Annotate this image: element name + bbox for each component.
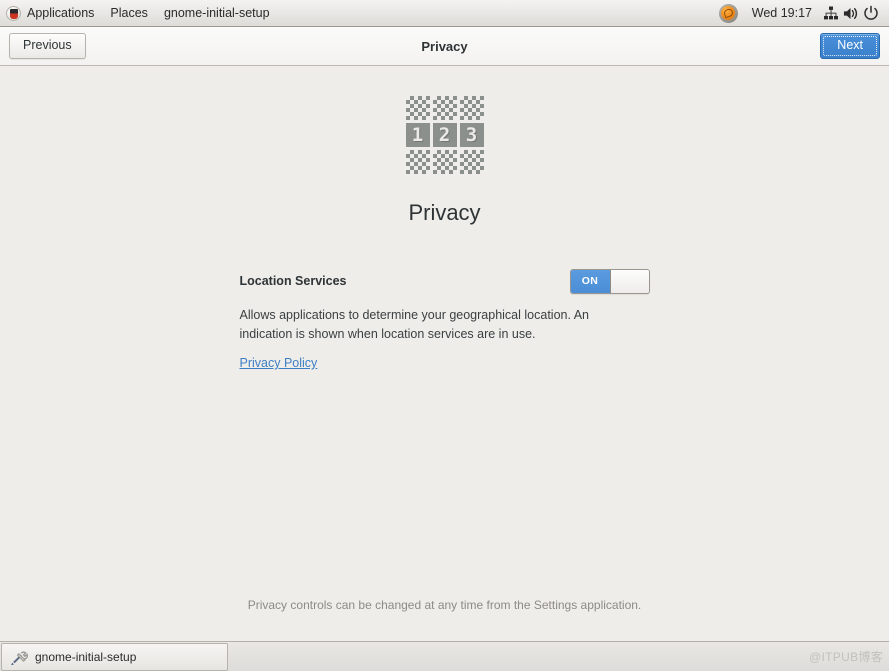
menu-window-title-label: gnome-initial-setup [163, 6, 270, 20]
headerbar: Previous Privacy Next [0, 27, 889, 66]
window-list-taskbar: gnome-initial-setup [0, 641, 889, 671]
previous-button[interactable]: Previous [9, 33, 86, 59]
icon-cell-digit-3: 3 [459, 123, 484, 147]
location-services-toggle[interactable]: ON [569, 268, 650, 294]
hero-section: 1 2 3 Privacy [0, 96, 889, 226]
privacy-policy-link[interactable]: Privacy Policy [240, 356, 318, 370]
icon-cell-checker [459, 96, 484, 120]
network-wired-icon[interactable] [821, 2, 841, 24]
fedora-logo-icon [6, 5, 21, 21]
clock[interactable]: Wed 19:17 [743, 6, 821, 20]
watermark: @ITPUB博客 [809, 648, 883, 665]
assistant-content: 1 2 3 Privacy Location Services ON Allow… [0, 67, 889, 641]
next-button[interactable]: Next [820, 33, 880, 59]
taskbar-item-label: gnome-initial-setup [35, 650, 137, 664]
software-update-icon[interactable] [718, 3, 738, 23]
toggle-knob [610, 269, 649, 293]
top-panel: Applications Places gnome-initial-setup … [0, 0, 889, 27]
icon-cell-checker [405, 150, 430, 174]
location-services-row: Location Services ON [239, 268, 650, 294]
menu-applications[interactable]: Applications [0, 0, 102, 26]
page-title: Privacy [408, 200, 481, 225]
privacy-footnote: Privacy controls can be changed at any t… [247, 598, 642, 612]
icon-cell-digit-2: 2 [432, 123, 457, 147]
page-header-title: Privacy [421, 38, 468, 54]
panel-menu-group: Applications Places gnome-initial-setup [0, 0, 278, 26]
panel-status-area: Wed 19:17 [718, 0, 889, 26]
icon-cell-digit-1: 1 [405, 123, 430, 147]
icon-cell-checker [459, 150, 484, 174]
icon-cell-checker [432, 96, 457, 120]
watermark-text: @ITPUB [809, 650, 859, 664]
volume-high-icon[interactable] [841, 2, 861, 24]
icon-cell-checker [432, 150, 457, 174]
menu-places-label: Places [110, 6, 148, 20]
focus-ring [823, 36, 877, 56]
menu-places[interactable]: Places [102, 0, 156, 26]
toggle-on-label: ON [570, 269, 611, 293]
location-services-label: Location Services [239, 274, 347, 288]
icon-cell-checker [405, 96, 430, 120]
privacy-settings-panel: Location Services ON Allows applications… [239, 268, 650, 372]
menu-window-title[interactable]: gnome-initial-setup [156, 0, 278, 26]
watermark-suffix: 博客 [858, 650, 883, 664]
power-icon[interactable] [861, 2, 881, 24]
location-services-description: Allows applications to determine your ge… [239, 308, 590, 341]
menu-applications-label: Applications [27, 6, 95, 20]
desktop-screen: Applications Places gnome-initial-setup … [0, 0, 889, 671]
privacy-pixel-icon: 1 2 3 [405, 96, 484, 174]
tools-icon [10, 648, 29, 666]
taskbar-item-gnome-initial-setup[interactable]: gnome-initial-setup [1, 643, 228, 671]
